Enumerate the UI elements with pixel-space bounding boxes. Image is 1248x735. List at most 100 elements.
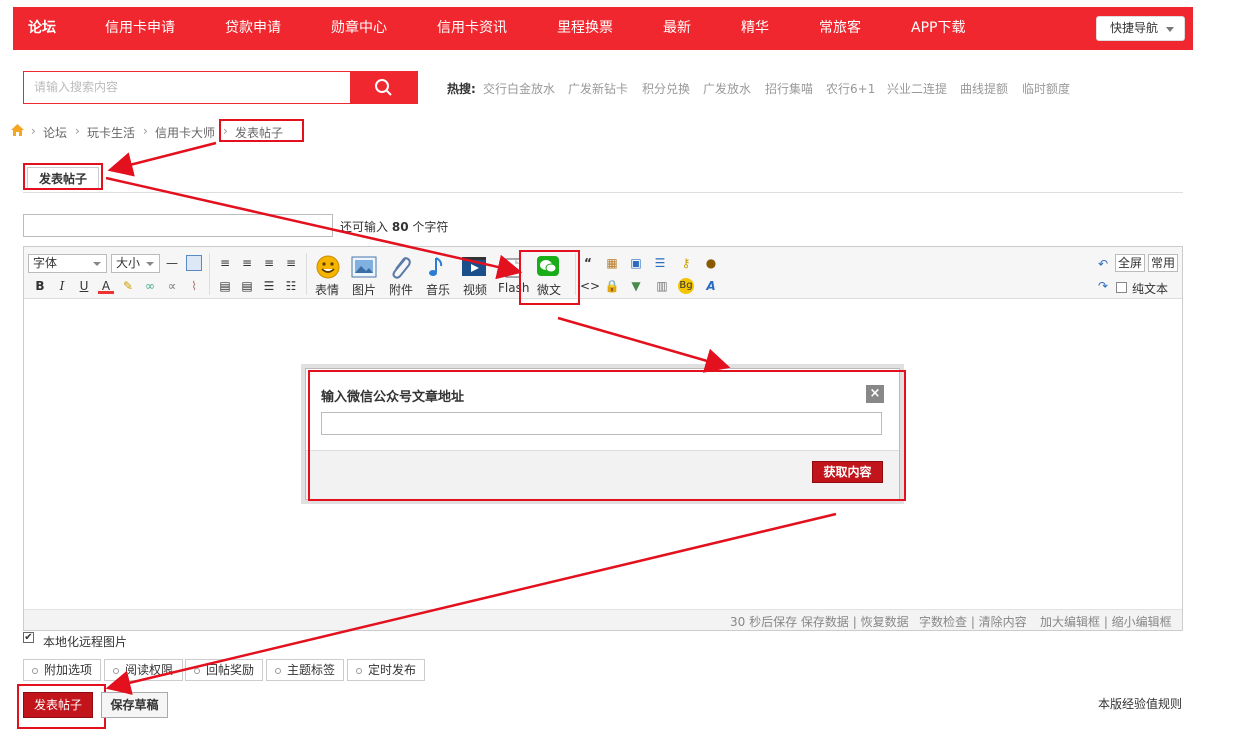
localize-images-checkbox[interactable]: ✔ [23, 632, 34, 643]
hot-search-link[interactable]: 交行白金放水 [483, 80, 555, 97]
page: 论坛 信用卡申请 贷款申请 勋章中心 信用卡资讯 里程换票 最新 精华 常旅客 … [0, 0, 1248, 735]
highlight-icon[interactable]: ✎ [120, 278, 136, 294]
top-nav: 论坛 信用卡申请 贷款申请 勋章中心 信用卡资讯 里程换票 最新 精华 常旅客 … [13, 7, 1193, 50]
home-icon[interactable] [11, 124, 24, 136]
float-right-icon[interactable]: ▤ [239, 278, 255, 294]
align-center-icon[interactable]: ≡ [239, 255, 255, 271]
breadcrumb-card-master[interactable]: 信用卡大师 [155, 124, 215, 141]
hide-icon[interactable]: ● [703, 255, 719, 271]
tab-reply-reward[interactable]: 回帖奖励 [185, 659, 263, 681]
editor-toolbar: 字体 大小 — B I U A ✎ ∞ ∝ ⌇ ≡ ≡ ≡ ≡ ▤ ▤ ☰ ☷ … [24, 247, 1182, 299]
chevron-down-icon [146, 262, 154, 266]
nav-item-miles[interactable]: 里程换票 [557, 7, 613, 50]
tab-scheduled-post[interactable]: 定时发布 [347, 659, 425, 681]
code-icon[interactable]: <> [580, 278, 600, 294]
nav-item-card-news[interactable]: 信用卡资讯 [437, 7, 507, 50]
music-label[interactable]: 音乐 [426, 281, 450, 298]
float-left-icon[interactable]: ▤ [217, 278, 233, 294]
nav-item-latest[interactable]: 最新 [663, 7, 691, 50]
horizontal-rule-icon[interactable]: — [164, 255, 180, 271]
localize-images-label: 本地化远程图片 [43, 635, 128, 649]
subscript-icon[interactable]: A [703, 278, 719, 294]
nav-item-frequent-flyer[interactable]: 常旅客 [819, 7, 861, 50]
music-icon[interactable] [425, 255, 451, 279]
save-draft-button[interactable]: 保存草稿 [101, 692, 168, 718]
chevron-down-icon [1166, 27, 1174, 32]
password-icon[interactable]: ⚷ [678, 255, 694, 271]
bullet-list-icon[interactable]: ☷ [283, 278, 299, 294]
columns-icon[interactable]: ▥ [654, 278, 670, 294]
align-left-icon[interactable]: ≡ [217, 255, 233, 271]
italic-icon[interactable]: I [54, 278, 70, 294]
word-import-icon[interactable]: ▣ [628, 255, 644, 271]
font-select[interactable]: 字体 [28, 254, 107, 273]
annotation-box [17, 684, 106, 729]
download-icon[interactable]: ▼ [628, 278, 644, 294]
attachment-label[interactable]: 附件 [389, 281, 413, 298]
nav-item-card-apply[interactable]: 信用卡申请 [105, 7, 175, 50]
toolbar-divider [306, 253, 307, 295]
hot-search-link[interactable]: 广发新钻卡 [568, 80, 628, 97]
chars-left-suffix: 个字符 [412, 220, 449, 234]
underline-icon[interactable]: U [76, 278, 92, 294]
tab-extra-options[interactable]: 附加选项 [23, 659, 101, 681]
undo-icon[interactable]: ↶ [1095, 256, 1111, 272]
word-check-links[interactable]: 字数检查 | 清除内容 [919, 613, 1027, 630]
index-icon[interactable]: ☰ [652, 255, 668, 271]
hot-search-link[interactable]: 积分兑换 [642, 80, 690, 97]
video-icon[interactable] [461, 255, 487, 279]
nav-item-forum[interactable]: 论坛 [28, 7, 56, 50]
free-icon[interactable]: ▦ [604, 255, 620, 271]
tab-read-permission[interactable]: 阅读权限 [104, 659, 183, 681]
emoji-label[interactable]: 表情 [315, 281, 339, 298]
bold-icon[interactable]: B [32, 278, 48, 294]
justify-icon[interactable]: ≡ [283, 255, 299, 271]
format-brush-icon[interactable]: ⌇ [186, 278, 202, 294]
hot-search-link[interactable]: 农行6+1 [826, 80, 875, 97]
attachment-icon[interactable] [387, 255, 413, 279]
hot-search-link[interactable]: 临时额度 [1022, 80, 1070, 97]
lock-icon[interactable]: 🔒 [604, 278, 620, 294]
annotation-box [23, 163, 103, 190]
annotation-box [219, 119, 304, 142]
nav-item-medals[interactable]: 勋章中心 [331, 7, 387, 50]
nav-item-app-download[interactable]: APP下载 [911, 7, 965, 50]
link-icon[interactable]: ∞ [142, 278, 158, 294]
hot-search-link[interactable]: 招行集喵 [765, 80, 813, 97]
redo-icon[interactable]: ↷ [1095, 278, 1111, 294]
breadcrumb-card-life[interactable]: 玩卡生活 [87, 124, 135, 141]
hot-search-link[interactable]: 兴业二连提 [887, 80, 947, 97]
hot-search-link[interactable]: 曲线提额 [960, 80, 1008, 97]
chars-left-count: 80 [391, 220, 409, 234]
font-color-icon[interactable]: A [98, 278, 114, 294]
breadcrumb-forum[interactable]: 论坛 [43, 124, 67, 141]
video-label[interactable]: 视频 [463, 281, 487, 298]
autosave-links[interactable]: 30 秒后保存 保存数据 | 恢复数据 [730, 613, 909, 630]
breadcrumb-separator: › [143, 124, 148, 138]
fullscreen-button[interactable]: 全屏 [1115, 254, 1146, 272]
quote-icon[interactable]: “ [580, 255, 596, 271]
nav-item-featured[interactable]: 精华 [741, 7, 769, 50]
plain-text-checkbox[interactable] [1116, 282, 1127, 293]
size-select[interactable]: 大小 [111, 254, 160, 273]
toolbar-divider [209, 253, 210, 295]
background-icon[interactable]: Bg [678, 278, 694, 294]
nav-item-loan-apply[interactable]: 贷款申请 [225, 7, 281, 50]
tab-topic-tags[interactable]: 主题标签 [266, 659, 344, 681]
emoji-icon[interactable] [315, 255, 341, 279]
title-input[interactable] [23, 214, 333, 237]
hot-search-link[interactable]: 广发放水 [703, 80, 751, 97]
table-icon[interactable] [186, 255, 202, 271]
image-icon[interactable] [351, 255, 377, 279]
search-input[interactable]: 请输入搜索内容 [23, 71, 351, 104]
image-label[interactable]: 图片 [352, 281, 376, 298]
chars-left-text: 还可输入 80 个字符 [340, 218, 448, 235]
search-button[interactable] [350, 71, 418, 104]
align-right-icon[interactable]: ≡ [261, 255, 277, 271]
ordered-list-icon[interactable]: ☰ [261, 278, 277, 294]
unlink-icon[interactable]: ∝ [164, 278, 180, 294]
common-button[interactable]: 常用 [1148, 254, 1179, 272]
experience-rules-link[interactable]: 本版经验值规则 [1098, 695, 1182, 712]
quick-nav-dropdown[interactable]: 快捷导航 [1096, 16, 1185, 41]
resize-links[interactable]: 加大编辑框 | 缩小编辑框 [1040, 613, 1172, 630]
